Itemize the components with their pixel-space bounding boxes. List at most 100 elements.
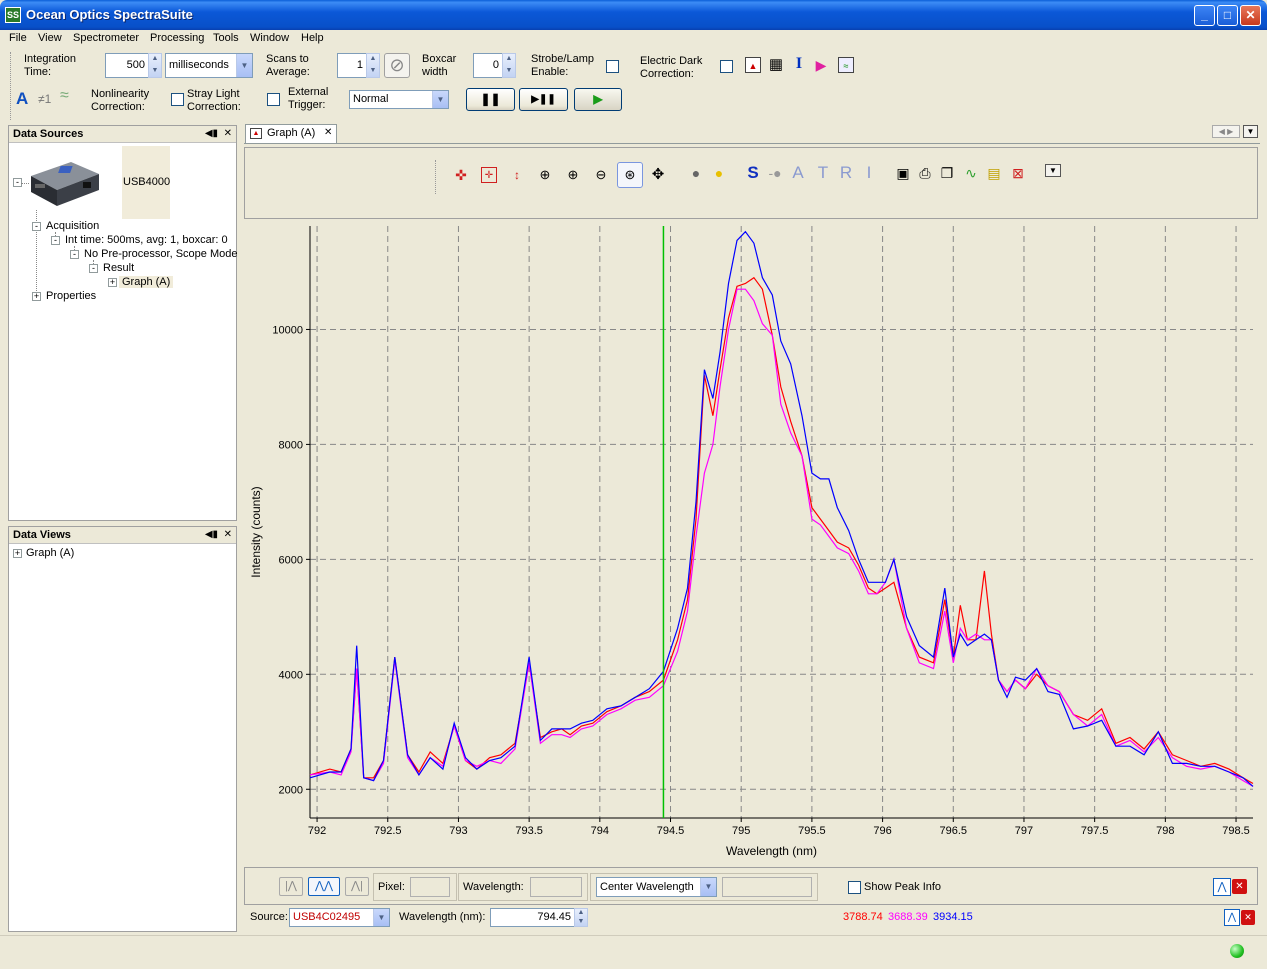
integration-spinner[interactable]: ▲ ▼	[148, 53, 162, 78]
tree-acquisition[interactable]: Acquisition	[46, 220, 99, 232]
close-peak-icon[interactable]: ✕	[1232, 879, 1247, 894]
close-cursor-icon[interactable]: ✕	[1241, 910, 1255, 925]
pixel-field[interactable]	[410, 877, 450, 897]
zoom-selected-icon[interactable]: ⊛	[622, 167, 638, 183]
integration-time-input[interactable]: 500	[105, 53, 149, 78]
tree-graph[interactable]: Graph (A)	[119, 276, 174, 288]
crosshair-icon[interactable]: ✜	[453, 167, 469, 183]
clear-overlay-icon[interactable]: ⊠	[1010, 165, 1026, 181]
tree-result[interactable]: Result	[103, 262, 134, 274]
spectrum-chart[interactable]: 792 792.5 793 793.5 794 794.5 795 795.5 796 796.5…	[244, 220, 1258, 865]
fit-vertical-icon[interactable]: ↕	[509, 167, 525, 183]
tab-scroll-arrows[interactable]: ◀ ▶	[1212, 125, 1240, 138]
pause-button[interactable]: ❚❚	[466, 88, 515, 111]
play-button[interactable]: ▶	[574, 88, 622, 111]
bulb-dim-icon[interactable]: -●	[767, 165, 783, 181]
tab-list-icon[interactable]: ▼	[1243, 125, 1258, 138]
tab-graph[interactable]: ▲ Graph (A) ✕	[245, 124, 337, 143]
panel-controls[interactable]: ◀▮ ✕	[205, 126, 232, 142]
graph-icon[interactable]: ▲	[745, 57, 761, 73]
cursor-wavelength-input[interactable]: 794.45	[490, 908, 575, 927]
minimize-button[interactable]: _	[1194, 5, 1215, 26]
expand-properties-icon[interactable]: +	[32, 292, 41, 301]
not-equal-one-icon[interactable]: ≠1	[38, 93, 51, 106]
step-button[interactable]: ▶❚❚	[519, 88, 568, 111]
source-select[interactable]: USB4C02495 ▼	[289, 908, 390, 927]
strobe-checkbox[interactable]	[606, 60, 619, 73]
toolbar-overflow-icon[interactable]: ▼	[1045, 164, 1061, 177]
letter-t-icon[interactable]: T	[815, 164, 831, 181]
peak-mode-icon[interactable]: ⋀	[1213, 878, 1231, 896]
x-tick-label: 795	[732, 825, 750, 837]
print-icon[interactable]: ⎙	[917, 165, 933, 181]
boxcar-spinner[interactable]: ▲ ▼	[502, 53, 516, 78]
menu-file[interactable]: File	[9, 32, 27, 44]
status-bar	[0, 935, 1267, 969]
source-value: USB4C02495	[293, 911, 361, 923]
collapse-preprocessor-icon[interactable]: -	[70, 250, 79, 259]
pan-icon[interactable]: ✥	[650, 167, 666, 183]
integration-unit-select[interactable]: milliseconds ▼	[165, 53, 253, 78]
maximize-button[interactable]: □	[1217, 5, 1238, 26]
collapse-result-icon[interactable]: -	[89, 264, 98, 273]
view-graph-item[interactable]: Graph (A)	[26, 547, 74, 559]
nonlinearity-checkbox[interactable]	[171, 93, 184, 106]
scans-spinner[interactable]: ▲ ▼	[366, 53, 380, 78]
expand-view-graph-icon[interactable]: +	[13, 549, 22, 558]
center-value-field[interactable]	[722, 877, 812, 897]
menu-view[interactable]: View	[38, 32, 62, 44]
title-bar[interactable]: SS Ocean Optics SpectraSuite _ □ ✕	[0, 0, 1267, 30]
tree-int-time[interactable]: Int time: 500ms, avg: 1, boxcar: 0	[65, 234, 228, 246]
menu-tools[interactable]: Tools	[213, 32, 239, 44]
letter-a-icon[interactable]: A	[790, 164, 806, 181]
export-icon[interactable]: ▤	[986, 165, 1002, 181]
cursor-mode-icon[interactable]: ⋀	[1224, 909, 1240, 926]
panel-controls[interactable]: ◀▮ ✕	[205, 527, 232, 543]
absorbance-icon[interactable]: A	[16, 90, 28, 108]
no-average-icon[interactable]: ⊘	[384, 53, 410, 78]
cursor-wavelength-spinner[interactable]: ▲ ▼	[574, 908, 588, 927]
next-peak-icon[interactable]: ⋀|	[345, 877, 369, 896]
bulb-off-icon[interactable]: ●	[688, 165, 704, 181]
close-tab-icon[interactable]: ✕	[324, 127, 332, 138]
stray-light-checkbox[interactable]	[267, 93, 280, 106]
menu-spectrometer[interactable]: Spectrometer	[73, 32, 139, 44]
collapse-int-time-icon[interactable]: -	[51, 236, 60, 245]
letter-i-icon[interactable]: I	[861, 164, 877, 181]
letter-s-icon[interactable]: S	[745, 164, 761, 181]
boxcar-input[interactable]: 0	[473, 53, 503, 78]
tree-preprocessor[interactable]: No Pre-processor, Scope Mode	[84, 248, 237, 260]
menu-window[interactable]: Window	[250, 32, 289, 44]
copy-icon[interactable]: ❐	[939, 165, 955, 181]
tree-device[interactable]: USB4000	[123, 176, 170, 188]
wavelength-field[interactable]	[530, 877, 582, 897]
color-icon[interactable]: ▶	[813, 57, 829, 73]
show-peak-checkbox[interactable]	[848, 881, 861, 894]
expand-graph-icon[interactable]: +	[108, 278, 117, 287]
electric-dark-checkbox[interactable]	[720, 60, 733, 73]
table-icon[interactable]: ▦	[768, 57, 784, 73]
save-icon[interactable]: ▣	[895, 165, 911, 181]
x-tick-label: 793.5	[515, 825, 543, 837]
menu-help[interactable]: Help	[301, 32, 324, 44]
letter-r-icon[interactable]: R	[838, 164, 854, 181]
wave-icon[interactable]: ≈	[60, 88, 69, 104]
bulb-on-icon[interactable]: ●	[711, 165, 727, 181]
center-mode-select[interactable]: Center Wavelength ▼	[596, 877, 717, 897]
text-icon[interactable]: I	[791, 56, 807, 72]
previous-peak-icon[interactable]: |⋀	[279, 877, 303, 896]
zoom-in-icon[interactable]: ⊕	[565, 167, 581, 183]
spectrum-icon[interactable]: ∿	[963, 165, 979, 181]
center-peak-icon[interactable]: ⋀⋀	[308, 877, 340, 896]
fit-all-icon[interactable]: ✛	[481, 167, 497, 183]
collapse-acquisition-icon[interactable]: -	[32, 222, 41, 231]
graph-plot[interactable]: 792 792.5 793 793.5 794 794.5 795 795.5 796 796.5…	[244, 220, 1258, 865]
scans-input[interactable]: 1	[337, 53, 367, 78]
trigger-mode-select[interactable]: Normal ▼	[349, 90, 449, 109]
zoom-area-icon[interactable]: ⊕	[537, 167, 553, 183]
close-button[interactable]: ✕	[1240, 5, 1261, 26]
zoom-out-icon[interactable]: ⊖	[593, 167, 609, 183]
tree-properties[interactable]: Properties	[46, 290, 96, 302]
menu-processing[interactable]: Processing	[150, 32, 204, 44]
overlay-graph-icon[interactable]: ≈	[838, 57, 854, 73]
